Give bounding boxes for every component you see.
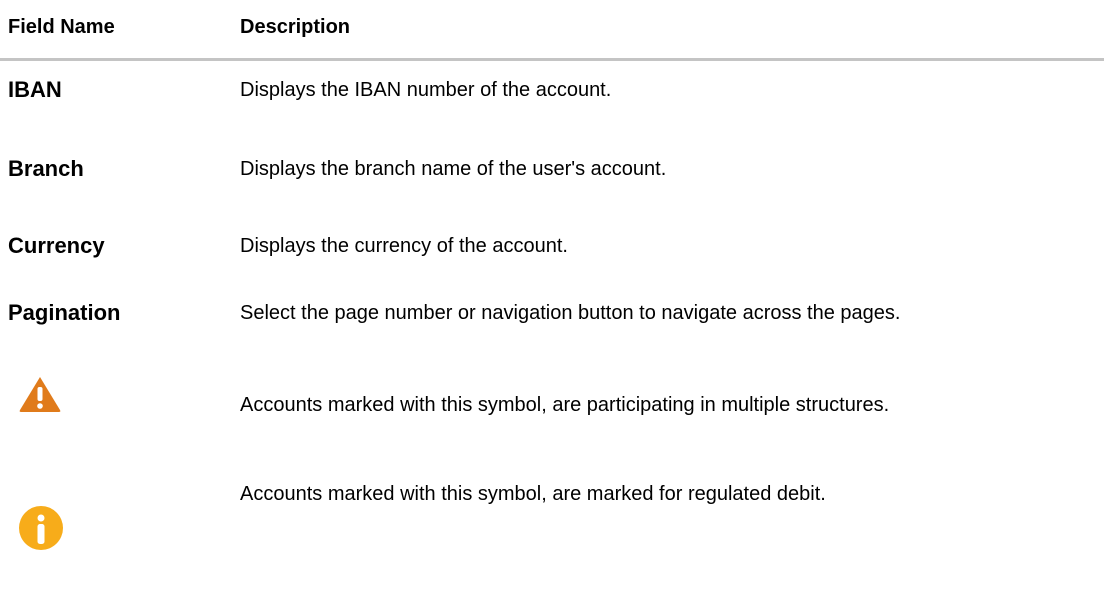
description-column-header: Description (240, 16, 351, 38)
description-currency: Displays the currency of the account. (240, 235, 568, 257)
field-name-currency: Currency (8, 233, 105, 258)
field-name-pagination: Pagination (8, 300, 121, 325)
description-pagination: Select the page number or navigation but… (240, 302, 901, 324)
table-header-row: Field Name Description (0, 0, 1104, 61)
description-warning-symbol: Accounts marked with this symbol, are pa… (240, 394, 890, 416)
info-icon (18, 505, 64, 556)
field-description-table: Field Name Description IBAN Displays the… (0, 0, 1104, 616)
warning-icon (18, 375, 62, 418)
field-name-column-header: Field Name (8, 16, 115, 38)
description-iban: Displays the IBAN number of the account. (240, 79, 612, 101)
field-name-branch: Branch (8, 156, 84, 181)
description-branch: Displays the branch name of the user's a… (240, 158, 667, 180)
description-info-symbol: Accounts marked with this symbol, are ma… (240, 483, 826, 505)
field-name-iban: IBAN (8, 77, 62, 102)
